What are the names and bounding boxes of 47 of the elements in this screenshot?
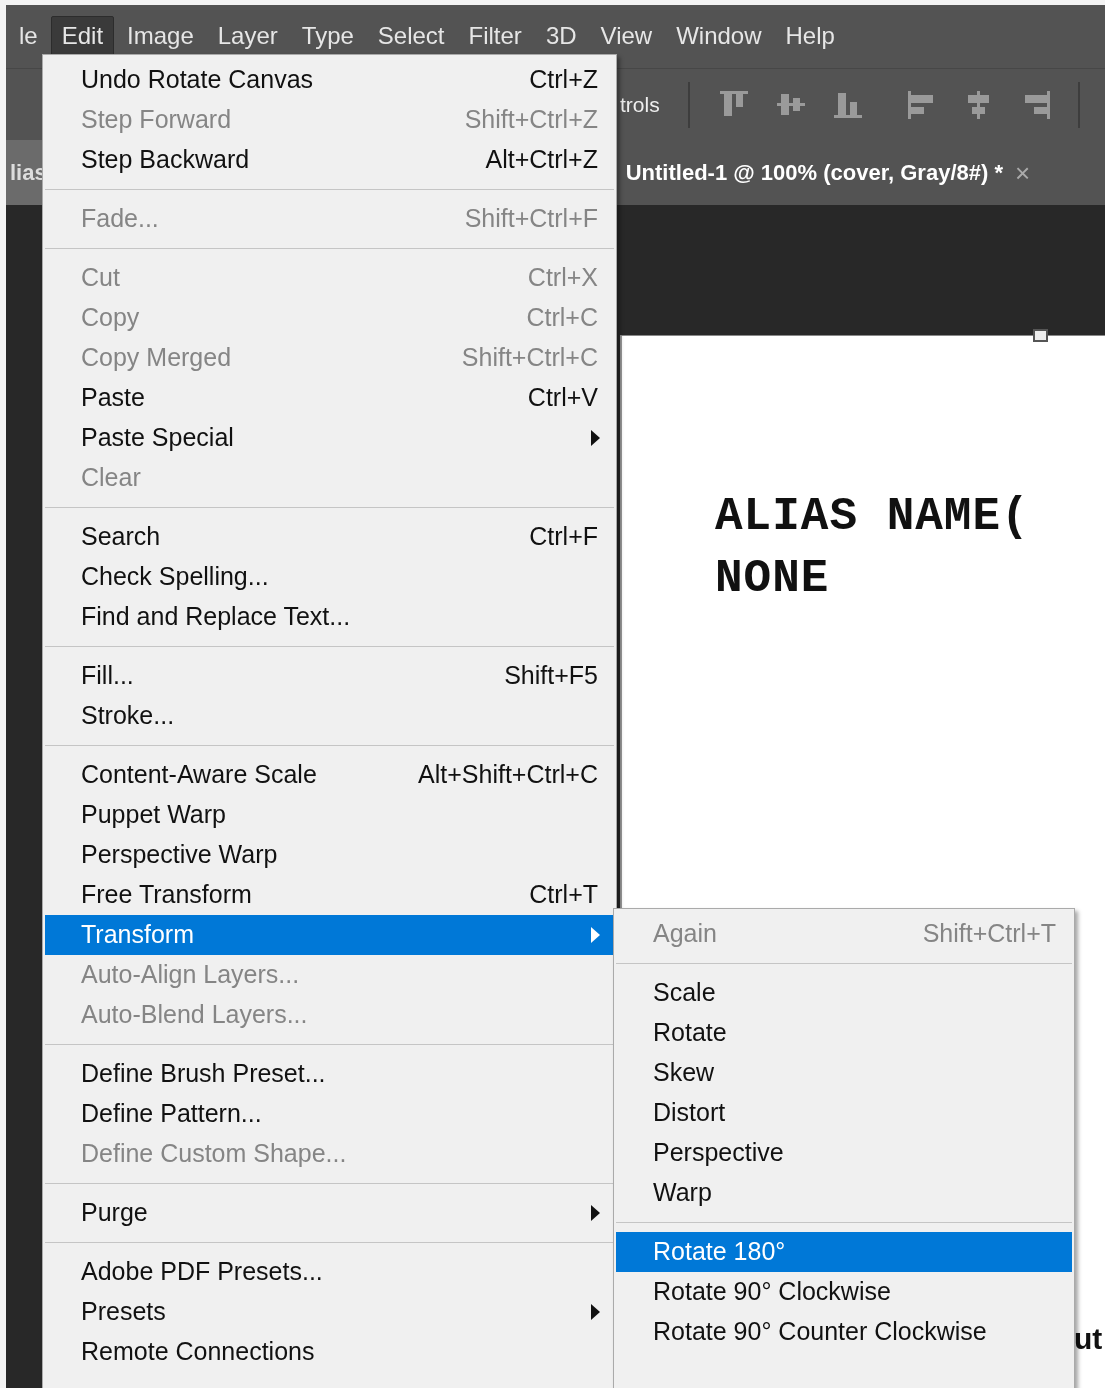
menu-item[interactable]: Paste Ctrl+V	[45, 378, 614, 418]
menu-item[interactable]: Scale	[616, 973, 1072, 1013]
menu-bar-item[interactable]: Type	[290, 16, 365, 57]
menu-item[interactable]: Purge	[45, 1193, 614, 1233]
menu-item[interactable]: Define Pattern...	[45, 1094, 614, 1134]
menu-bar-item[interactable]: Filter	[457, 16, 533, 57]
resize-handle[interactable]	[1033, 329, 1048, 342]
menu-item[interactable]: Paste Special	[45, 418, 614, 458]
menu-bar-item[interactable]: le	[8, 16, 49, 57]
menu-item[interactable]: Check Spelling...	[45, 557, 614, 597]
menu-item[interactable]: Rotate 180°	[616, 1232, 1072, 1272]
menu-item[interactable]: Rotate 90° Clockwise	[616, 1272, 1072, 1312]
menu-item[interactable]: Rotate 90° Counter Clockwise	[616, 1312, 1072, 1352]
menu-item[interactable]: Perspective Warp	[45, 835, 614, 875]
menu-bar-item[interactable]: Image	[116, 16, 205, 57]
menu-item[interactable]: Remote Connections	[45, 1332, 614, 1372]
menu-item[interactable]: Warp	[616, 1173, 1072, 1213]
menu-item[interactable]: Distort	[616, 1093, 1072, 1133]
menu-item[interactable]: Free Transform Ctrl+T	[45, 875, 614, 915]
menu-item[interactable]: Stroke...	[45, 696, 614, 736]
menu-item[interactable]: Find and Replace Text...	[45, 597, 614, 637]
menu-item[interactable]: Adobe PDF Presets...	[45, 1252, 614, 1292]
options-label: trols	[620, 91, 660, 118]
align-left-icon[interactable]	[907, 90, 936, 119]
menu-item[interactable]: Transform	[45, 915, 614, 955]
menu-bar-item[interactable]: View	[589, 16, 664, 57]
menu-item[interactable]: Define Brush Preset...	[45, 1054, 614, 1094]
menu-bar-item[interactable]: Help	[774, 16, 846, 57]
menu-bar-item[interactable]: Layer	[206, 16, 289, 57]
align-top-icon[interactable]	[719, 90, 748, 119]
menu-item[interactable]: Perspective	[616, 1133, 1072, 1173]
menu-bar-item[interactable]: 3D	[534, 16, 588, 57]
menu-item[interactable]: Rotate	[616, 1013, 1072, 1053]
menu-bar-item[interactable]: Edit	[50, 16, 115, 57]
menu-item[interactable]: Presets	[45, 1292, 614, 1332]
menu-bar-item[interactable]: Select	[366, 16, 456, 57]
menu-bar-item[interactable]: Window	[665, 16, 773, 57]
document-text: ut	[1074, 1321, 1103, 1357]
menu-item[interactable]: Puppet Warp	[45, 795, 614, 835]
menu-item[interactable]: Undo Rotate Canvas Ctrl+Z	[45, 60, 614, 100]
align-bottom-icon[interactable]	[833, 90, 862, 119]
menu-item[interactable]: Skew	[616, 1053, 1072, 1093]
menu-item[interactable]: Search Ctrl+F	[45, 517, 614, 557]
document-text: NONE	[715, 552, 831, 607]
menu-item[interactable]: Fill... Shift+F5	[45, 656, 614, 696]
menu-item[interactable]: Content-Aware Scale Alt+Shift+Ctrl+C	[45, 755, 614, 795]
document-text: ALIAS NAME(	[715, 490, 1031, 545]
